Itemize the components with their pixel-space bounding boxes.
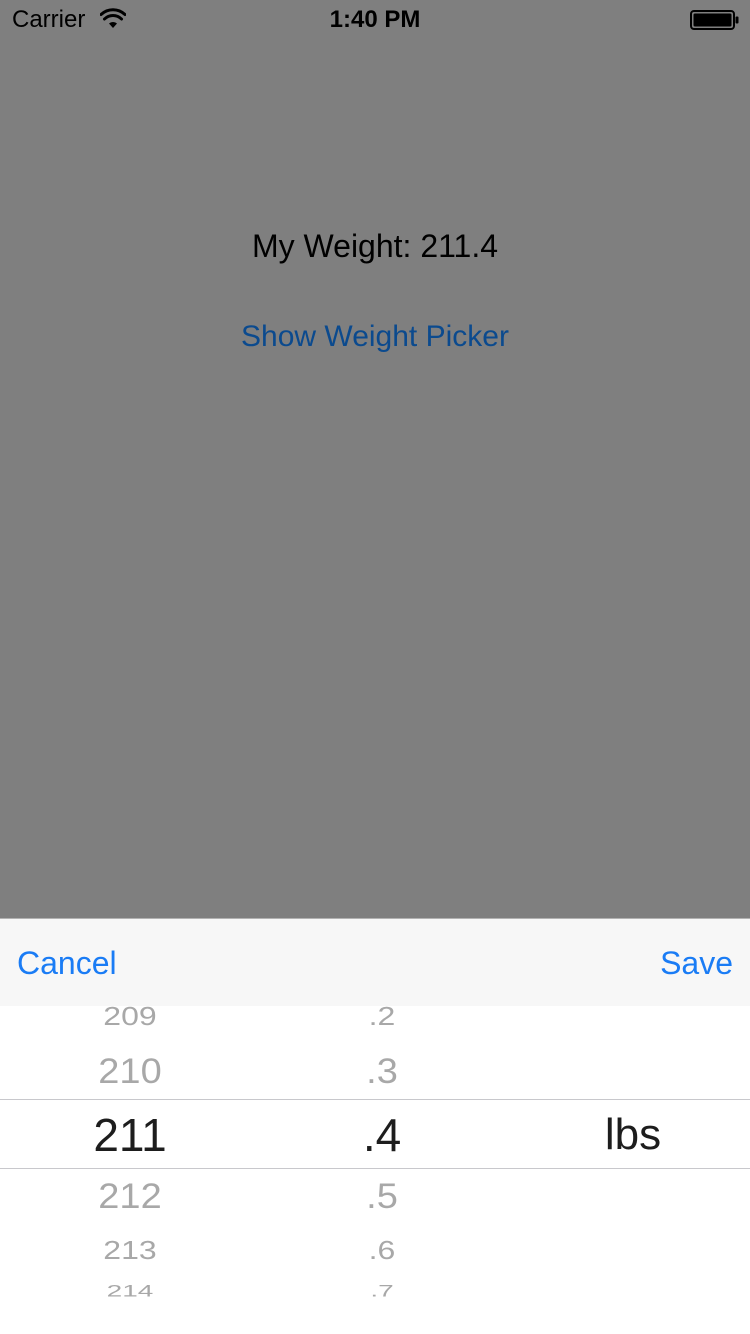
battery-icon [690,10,740,30]
picker-toolbar: Cancel Save [0,918,750,1006]
picker-row[interactable]: 212 [30,1178,230,1217]
picker-row[interactable]: 214 [30,1282,230,1300]
picker-row-selected[interactable]: .4 [282,1110,482,1160]
picker-row[interactable]: .3 [282,1053,482,1092]
show-weight-picker-button[interactable]: Show Weight Picker [225,316,525,358]
picker-row[interactable]: 213 [30,1236,230,1265]
unit-label[interactable]: lbs [533,1110,733,1160]
picker-row[interactable]: .5 [282,1178,482,1217]
cancel-button[interactable]: Cancel [17,943,117,983]
weight-picker[interactable]: 209 210 211 212 213 214 .2 .3 .4 .5 .6 .… [0,1006,750,1306]
decimal-wheel[interactable]: .2 .3 .4 .5 .6 .7 [282,1006,482,1306]
status-bar: Carrier 1:40 PM [0,0,750,40]
picker-row[interactable]: 209 [30,1006,230,1030]
save-button[interactable]: Save [660,943,733,983]
picker-row[interactable]: .7 [282,1282,482,1300]
unit-wheel[interactable]: lbs [533,1006,733,1306]
picker-row-selected[interactable]: 211 [30,1110,230,1160]
weight-picker-sheet: Cancel Save 209 210 211 212 213 214 .2 .… [0,918,750,1334]
picker-row[interactable]: 210 [30,1053,230,1092]
weight-label: My Weight: 211.4 [251,228,499,264]
picker-row[interactable]: .2 [282,1006,482,1030]
integer-wheel[interactable]: 209 210 211 212 213 214 [30,1006,230,1306]
picker-row[interactable]: .6 [282,1236,482,1265]
status-time: 1:40 PM [329,6,421,33]
